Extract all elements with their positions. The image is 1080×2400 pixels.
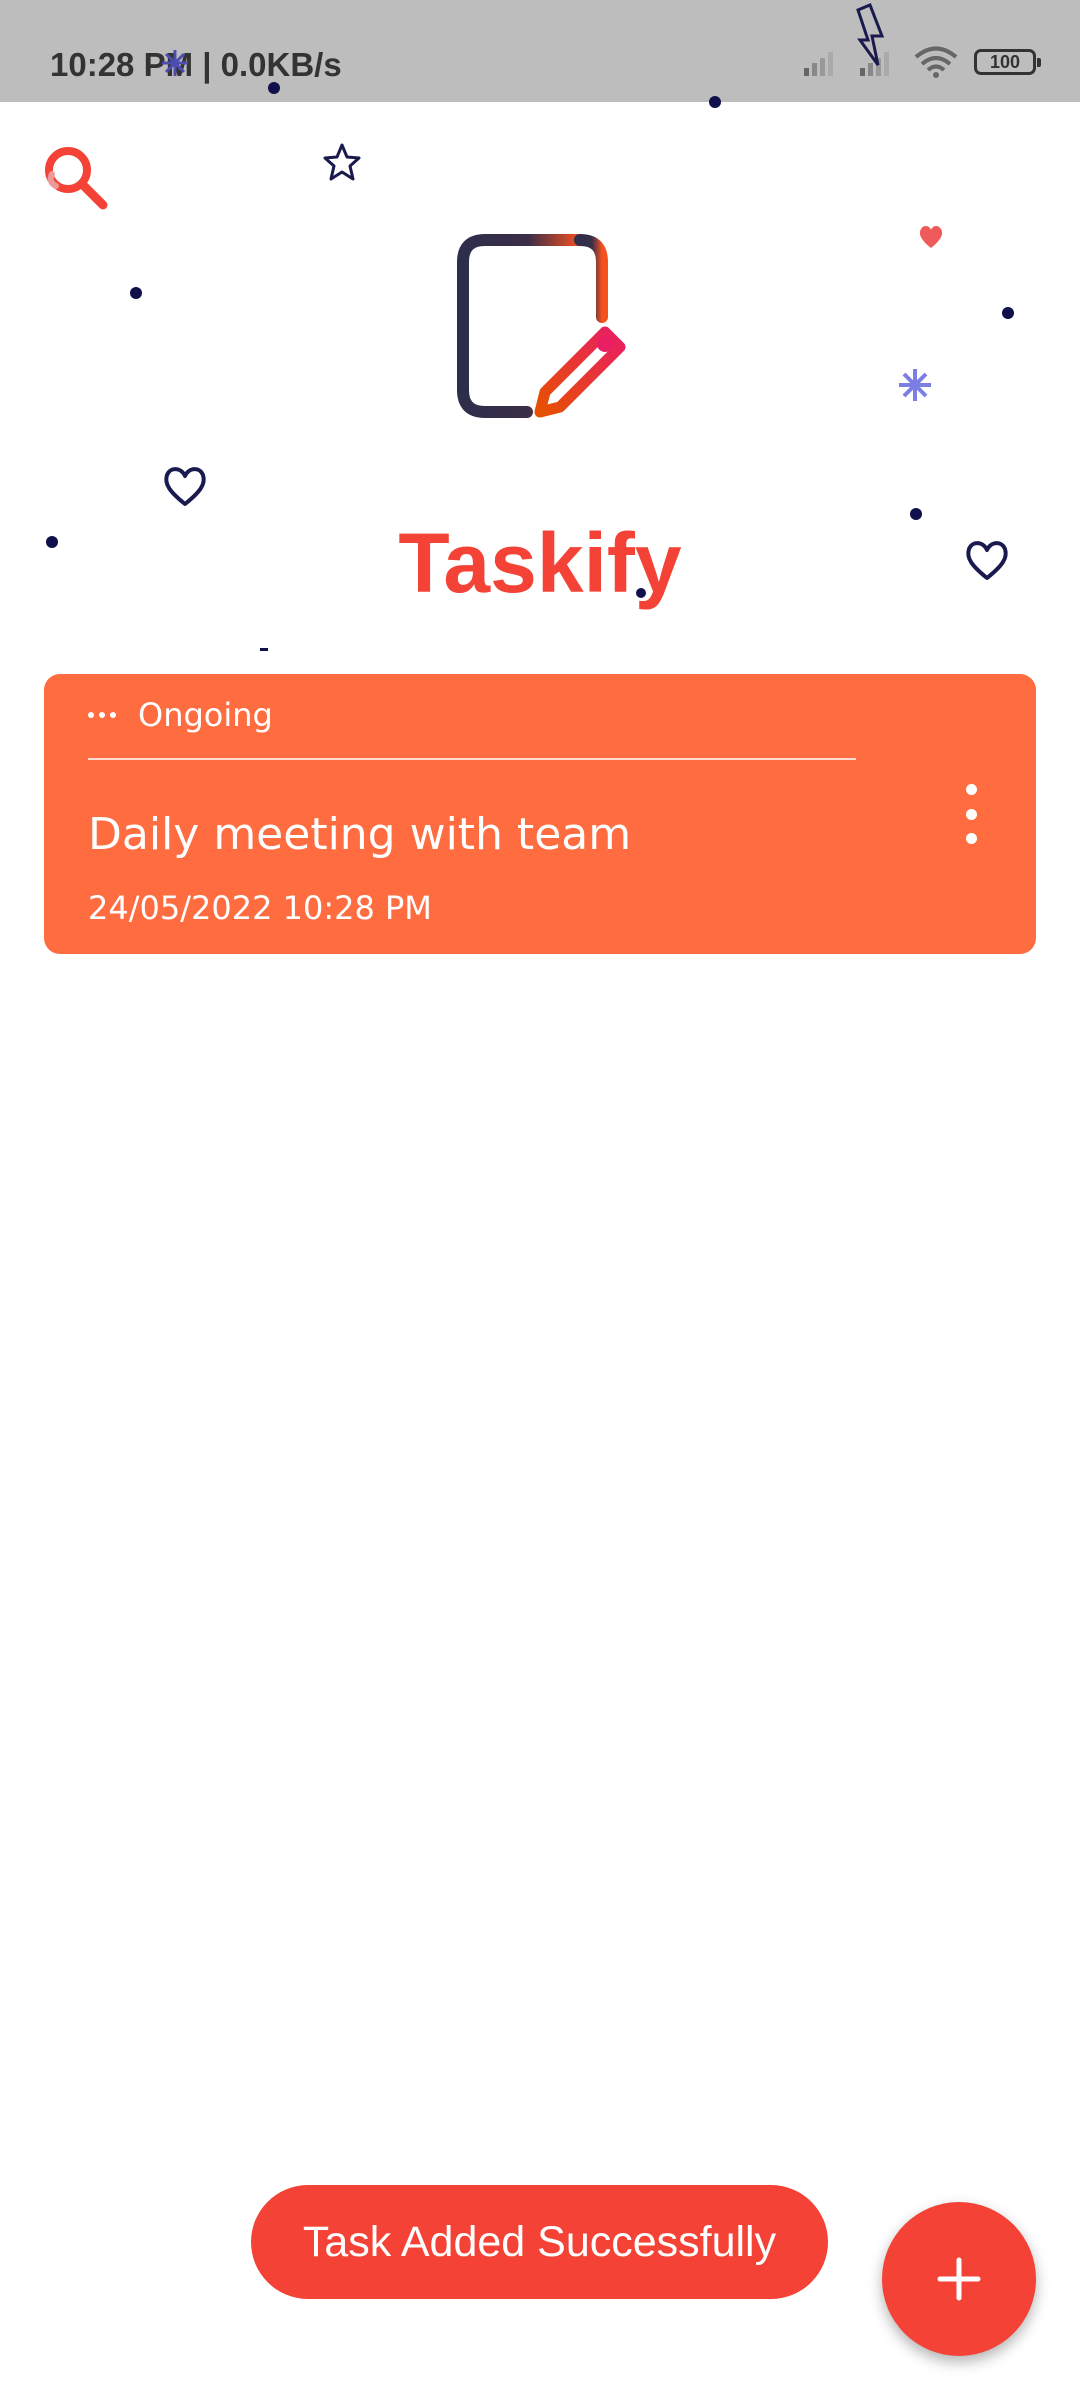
status-icons: 100 <box>802 46 1041 78</box>
add-task-button[interactable] <box>882 2202 1036 2356</box>
dot-decoration <box>1002 307 1014 319</box>
task-datetime: 24/05/2022 10:28 PM <box>88 889 432 927</box>
app-screen: 10:28 PM | 0.0KB/s 100 Taskify Ongoing D… <box>0 0 1080 2400</box>
task-status-label: Ongoing <box>138 696 273 734</box>
search-button[interactable] <box>38 140 114 216</box>
signal-icon <box>804 52 833 76</box>
more-vert-icon[interactable] <box>956 784 986 844</box>
task-title: Daily meeting with team <box>88 809 632 860</box>
lightning-doodle-icon <box>856 3 885 66</box>
battery-indicator: 100 <box>974 49 1041 75</box>
search-icon <box>45 147 108 210</box>
dot-decoration <box>709 96 721 108</box>
dash-decoration <box>260 648 268 651</box>
heart-outline-doodle-icon <box>164 467 206 506</box>
app-logo-icon <box>457 234 626 418</box>
task-card[interactable]: Ongoing Daily meeting with team 24/05/20… <box>44 674 1036 954</box>
more-horiz-icon <box>88 712 116 718</box>
sparkle-doodle-icon <box>899 369 931 401</box>
plus-icon <box>937 2257 981 2301</box>
toast-message: Task Added Successfully <box>251 2185 828 2299</box>
heart-doodle-icon <box>919 226 943 248</box>
task-divider <box>88 758 856 760</box>
sparkle-doodle-icon <box>162 50 188 76</box>
dot-decoration <box>268 82 280 94</box>
star-doodle-icon <box>323 143 361 181</box>
status-time-speed: 10:28 PM | 0.0KB/s <box>50 46 342 83</box>
app-title: Taskify <box>398 516 682 610</box>
dot-decoration <box>130 287 142 299</box>
task-status: Ongoing <box>88 696 273 734</box>
wifi-icon <box>914 46 958 78</box>
